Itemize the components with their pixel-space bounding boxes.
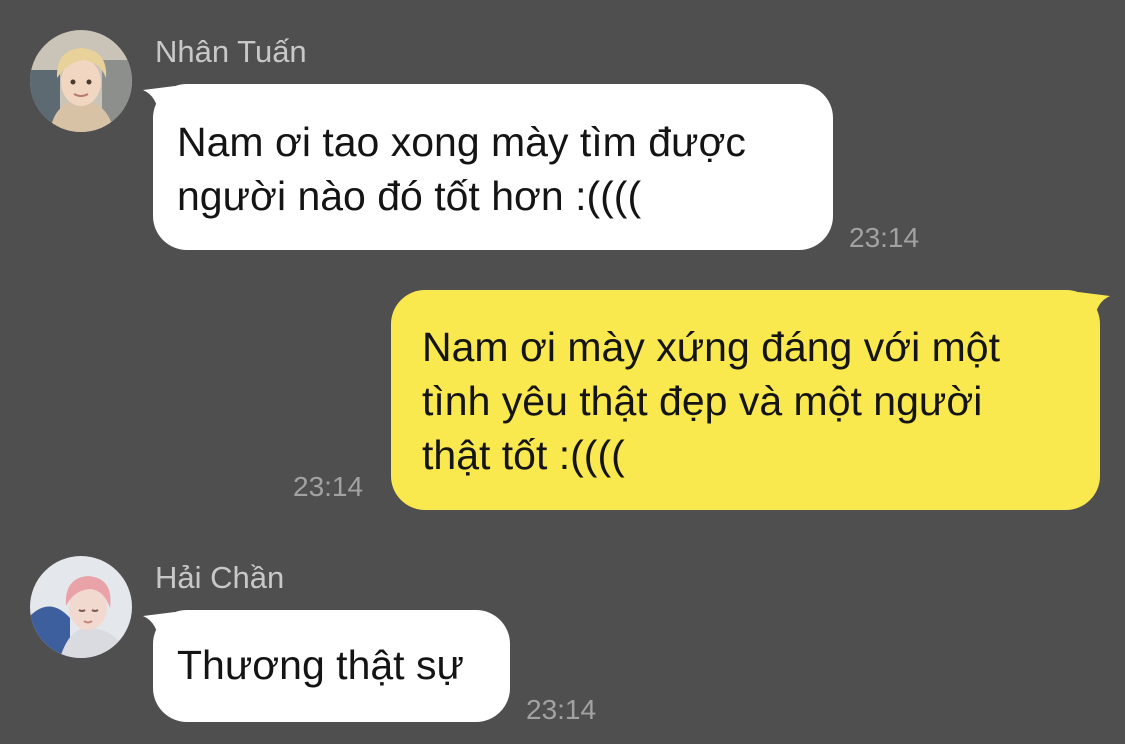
sender-avatar-icon[interactable] (30, 556, 132, 658)
message-line: người nào đó tốt hơn :(((( (177, 173, 642, 219)
message-timestamp: 23:14 (526, 694, 597, 725)
message-timestamp: 23:14 (293, 471, 364, 502)
message-line: Nam ơi tao xong mày tìm được (177, 119, 746, 165)
message-line: thật tốt :(((( (422, 432, 625, 478)
message-line: tình yêu thật đẹp và một người (422, 378, 983, 424)
message-timestamp: 23:14 (849, 222, 920, 253)
message-bubble[interactable]: Nam ơi tao xong mày tìm được người nào đ… (153, 84, 833, 250)
message-line: Thương thật sự (177, 642, 464, 688)
message-bubble[interactable]: Nam ơi mày xứng đáng với một tình yêu th… (391, 290, 1100, 510)
bubble-tail (1078, 292, 1110, 322)
sender-name: Hải Chần (155, 560, 285, 595)
message-line: Nam ơi mày xứng đáng với một (422, 324, 1000, 370)
sender-name: Nhân Tuấn (155, 34, 307, 69)
sender-avatar-icon[interactable] (30, 30, 132, 132)
message-bubble[interactable]: Thương thật sự (153, 610, 510, 722)
